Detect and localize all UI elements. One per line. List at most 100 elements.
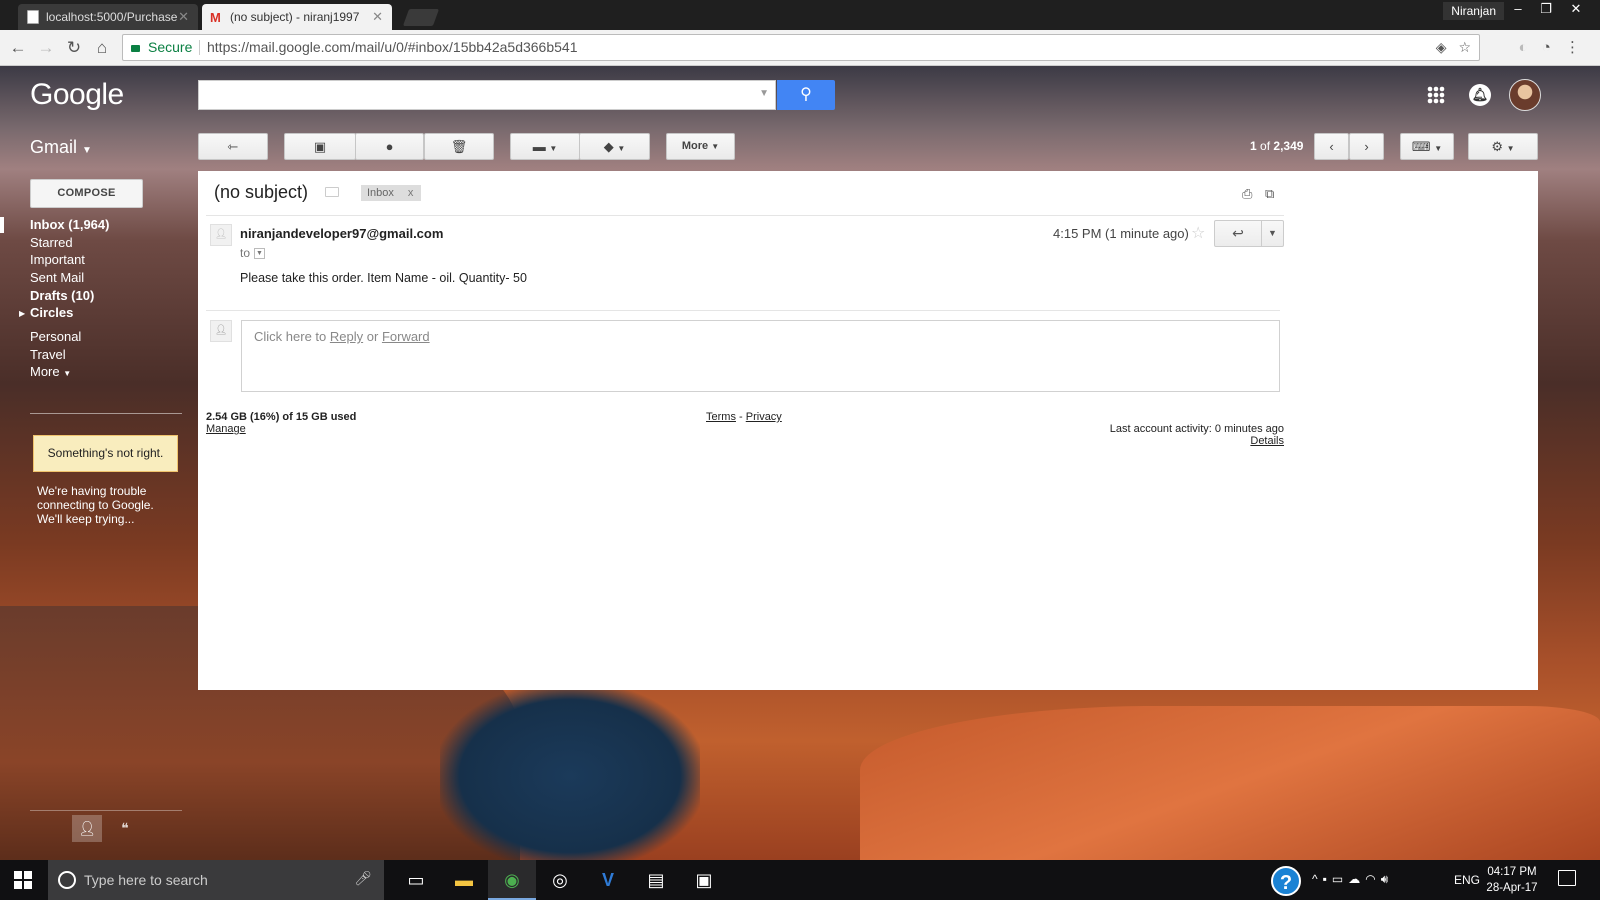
chevron-down-icon: ▼ — [711, 142, 720, 151]
activity-details-link[interactable]: Details — [1234, 435, 1284, 447]
star-icon[interactable]: ☆ — [1191, 223, 1205, 243]
arrow-left-icon[interactable]: ← — [6, 36, 30, 60]
label-chip-inbox[interactable]: Inbox x — [361, 185, 422, 201]
apps-grid-icon[interactable] — [1427, 86, 1445, 104]
url-text[interactable]: https://mail.google.com/mail/u/0/#inbox/… — [207, 35, 577, 60]
speedometer-icon[interactable]: ◔ — [1542, 39, 1551, 56]
recipient-line: to ▼ — [240, 246, 266, 260]
search-options-icon[interactable]: ▼ — [759, 88, 769, 99]
input-language[interactable]: ENG — [1454, 873, 1480, 887]
back-to-inbox-button[interactable]: ⇽ — [198, 133, 268, 160]
sidebar-item-personal[interactable]: Personal — [30, 329, 81, 344]
new-window-icon[interactable]: ⧉ — [1265, 186, 1274, 202]
address-bar[interactable]: Secure https://mail.google.com/mail/u/0/… — [122, 34, 1480, 61]
manage-storage-link[interactable]: Manage — [206, 423, 246, 435]
eye-icon[interactable]: ◈ — [1436, 39, 1447, 55]
volume-icon[interactable]: 🔊︎ — [1381, 872, 1394, 886]
star-icon[interactable]: ☆ — [1458, 39, 1471, 55]
reply-link[interactable]: Reply — [330, 329, 363, 344]
chevron-up-icon[interactable]: ^ — [1312, 872, 1323, 886]
forward-link[interactable]: Forward — [382, 329, 430, 344]
hangouts-tab[interactable]: ❝ — [110, 815, 140, 842]
app-tray-icon[interactable]: ▪ — [1323, 872, 1332, 886]
terms-link[interactable]: Terms — [706, 411, 736, 423]
sidebar-item-inbox[interactable]: Inbox (1,964) — [30, 217, 109, 232]
sidebar-item-drafts[interactable]: Drafts (10) — [30, 288, 94, 303]
move-to-button[interactable]: ▬ ▼ — [510, 133, 580, 160]
clock[interactable]: 04:17 PM 28-Apr-17 — [1480, 864, 1544, 896]
arrow-right-icon[interactable]: → — [34, 36, 58, 60]
extension-icon[interactable]: ◐ — [1519, 39, 1528, 56]
taskbar: Type here to search 🎤︎ ▭ ▬ ◉ ◎ V ▤ ▣ ? ^… — [0, 860, 1600, 900]
taskbar-search[interactable]: Type here to search 🎤︎ — [48, 860, 384, 900]
new-tab-button[interactable] — [402, 9, 440, 26]
reply-button[interactable]: ↩ — [1214, 220, 1262, 247]
show-details-icon[interactable]: ▼ — [254, 248, 266, 260]
privacy-link[interactable]: Privacy — [746, 411, 782, 423]
sidebar-item-circles[interactable]: Circles — [30, 305, 73, 320]
contacts-tab[interactable]: 👤︎ — [72, 815, 102, 842]
onedrive-icon[interactable]: ☁ — [1348, 872, 1365, 886]
more-button[interactable]: More ▼ — [666, 133, 735, 160]
task-view-icon[interactable]: ▭ — [392, 860, 440, 900]
arrow-back-icon: ⇽ — [227, 139, 239, 154]
sender-email[interactable]: niranjandeveloper97@gmail.com — [240, 226, 443, 241]
sidebar-item-important[interactable]: Important — [30, 252, 85, 267]
labels-button[interactable]: ◆ ▼ — [579, 133, 650, 160]
importance-marker-icon[interactable] — [325, 187, 339, 197]
folder-icon: ▬ — [532, 139, 546, 154]
vs-code-icon[interactable]: V — [584, 860, 632, 900]
sidebar-item-more[interactable]: More ▼ — [30, 364, 71, 379]
google-logo[interactable]: Google — [30, 78, 124, 112]
close-window-icon[interactable]: ✕ — [1562, 0, 1590, 20]
battery-icon[interactable]: ▭ — [1332, 872, 1348, 886]
tab-localhost[interactable]: localhost:5000/Purchase ✕ — [18, 4, 198, 30]
app-circle-icon[interactable]: ◎ — [536, 860, 584, 900]
label-text: Inbox — [367, 187, 394, 199]
notifications-icon[interactable]: 🔔︎ — [1469, 84, 1491, 106]
remove-label-icon[interactable]: x — [408, 187, 414, 199]
sidebar-item-travel[interactable]: Travel — [30, 347, 66, 362]
action-center-icon[interactable] — [1558, 870, 1576, 886]
print-icon[interactable]: ⎙ — [1242, 186, 1252, 202]
home-icon[interactable]: ⌂ — [90, 36, 114, 60]
delete-button[interactable]: 🗑︎ — [424, 133, 494, 160]
remote-desktop-icon[interactable]: ▣ — [680, 860, 728, 900]
compose-button[interactable]: COMPOSE — [30, 179, 143, 208]
archive-button[interactable]: ▣ — [284, 133, 356, 160]
gmail-app-switcher[interactable]: Gmail ▼ — [30, 137, 92, 158]
quick-reply-box[interactable]: Click here to Reply or Forward — [241, 320, 1280, 392]
settings-button[interactable]: ⚙ ▼ — [1468, 133, 1538, 160]
system-tray-icons[interactable]: ^▪▭☁◠🔊︎ — [1312, 872, 1393, 887]
report-spam-button[interactable]: ● — [355, 133, 424, 160]
tag-icon: ◆ — [603, 139, 614, 154]
menu-icon[interactable]: ⋮ — [1565, 39, 1580, 56]
windows-start-icon[interactable] — [14, 871, 32, 889]
tab-title: localhost:5000/Purchase — [46, 10, 178, 24]
close-icon[interactable]: ✕ — [178, 4, 189, 30]
sidebar-item-starred[interactable]: Starred — [30, 235, 73, 250]
restore-icon[interactable]: ❐ — [1532, 0, 1560, 20]
more-actions-button[interactable]: ▼ — [1262, 220, 1284, 247]
pager-of: of — [1260, 139, 1271, 153]
newer-button[interactable]: ‹ — [1314, 133, 1349, 160]
profile-name[interactable]: Niranjan — [1443, 2, 1504, 20]
secure-indicator[interactable]: Secure — [131, 35, 192, 60]
minimize-icon[interactable]: – — [1504, 0, 1532, 20]
avatar[interactable] — [1509, 79, 1541, 111]
sidebar-item-sent[interactable]: Sent Mail — [30, 270, 84, 285]
help-icon[interactable]: ? — [1271, 866, 1301, 896]
close-icon[interactable]: ✕ — [372, 4, 383, 30]
tab-gmail[interactable]: M (no subject) - niranj1997 ✕ — [202, 4, 392, 30]
search-input[interactable]: ▼ — [198, 80, 776, 110]
file-explorer-icon[interactable]: ▬ — [440, 860, 488, 900]
input-tools-button[interactable]: ⌨ ▼ — [1400, 133, 1454, 160]
search-button[interactable]: ⚲ — [777, 80, 835, 110]
reload-icon[interactable]: ↻ — [62, 36, 86, 60]
expand-arrow-icon[interactable]: ▶ — [19, 309, 25, 318]
wifi-icon[interactable]: ◠ — [1365, 872, 1380, 886]
microphone-icon[interactable]: 🎤︎ — [354, 870, 372, 887]
chrome-icon[interactable]: ◉ — [488, 860, 536, 900]
older-button[interactable]: › — [1349, 133, 1384, 160]
document-app-icon[interactable]: ▤ — [632, 860, 680, 900]
